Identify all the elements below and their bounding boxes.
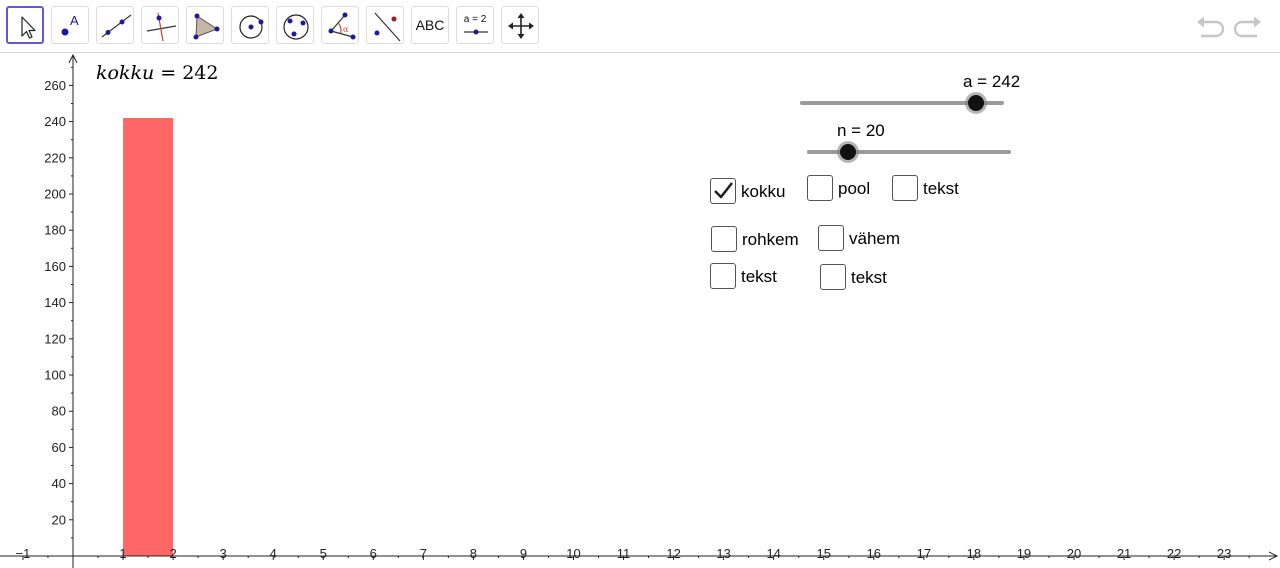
y-tick-label: 200: [44, 187, 66, 202]
x-tick-label: 18: [967, 546, 981, 561]
checkbox-vahem-label: vähem: [849, 229, 901, 248]
checkbox-tekst-3[interactable]: [820, 264, 846, 290]
x-tick-label: 10: [566, 546, 580, 561]
checkbox-tekst-1[interactable]: [892, 175, 918, 201]
y-tick-label: 220: [44, 150, 66, 165]
checkbox-pool-label: pool: [838, 179, 871, 198]
y-tick-label: 240: [44, 114, 66, 129]
graphics-view[interactable]: −1 1 2 3 4 5 6 7 8 9 10 11 12 13 14 15 16 17 18 19 20 21 22 232…: [0, 0, 1280, 568]
checkbox-kokku[interactable]: [710, 178, 736, 204]
kokku-name: kokku: [96, 62, 155, 84]
x-tick-label: 8: [470, 546, 477, 561]
x-tick-label: 9: [520, 546, 527, 561]
x-tick-label: 21: [1117, 546, 1131, 561]
slider-n-track[interactable]: [807, 150, 1011, 154]
y-tick-label: 60: [52, 440, 66, 455]
y-tick-label: 20: [52, 512, 66, 527]
x-tick-label: 5: [320, 546, 327, 561]
checkbox-tekst-3-label: tekst: [851, 268, 887, 287]
checkbox-rohkem-label: rohkem: [742, 230, 799, 249]
slider-a-label: a = 242: [963, 72, 1021, 91]
checkbox-tekst-2[interactable]: [710, 263, 736, 289]
y-tick-label: 120: [44, 331, 66, 346]
x-tick-label: −1: [16, 546, 31, 561]
x-tick-label: 22: [1167, 546, 1181, 561]
x-tick-label: 2: [169, 546, 176, 561]
x-tick-label: 16: [867, 546, 881, 561]
y-tick-label: 180: [44, 223, 66, 238]
x-tick-label: 14: [766, 546, 780, 561]
x-tick-label: 23: [1217, 546, 1231, 561]
y-tick-label: 260: [44, 78, 66, 93]
x-tick-label: 6: [370, 546, 377, 561]
slider-n-label: n = 20: [837, 121, 885, 140]
x-tick-label: 20: [1067, 546, 1081, 561]
x-tick-label: 19: [1017, 546, 1031, 561]
x-tick-label: 15: [817, 546, 831, 561]
checkbox-kokku-label: kokku: [741, 182, 786, 201]
y-tick-label: 160: [44, 259, 66, 274]
x-tick-label: 17: [917, 546, 931, 561]
x-tick-label: 11: [617, 546, 631, 561]
y-tick-label: 140: [44, 295, 66, 310]
checkbox-tekst-1-label: tekst: [923, 179, 959, 198]
checkmark-icon: [714, 182, 734, 199]
y-tick-label: 100: [44, 368, 66, 383]
checkbox-tekst-2-label: tekst: [741, 267, 777, 286]
checkbox-rohkem[interactable]: [711, 226, 737, 252]
x-tick-label: 12: [666, 546, 680, 561]
chart-bar: [123, 117, 174, 556]
kokku-formula: kokku = 242: [96, 62, 218, 84]
slider-n-knob[interactable]: [839, 144, 856, 160]
checkbox-vahem[interactable]: [818, 225, 844, 251]
y-tick-label: 80: [52, 404, 66, 419]
x-tick-label: 4: [270, 546, 277, 561]
x-tick-label: 3: [220, 546, 227, 561]
y-tick-label: 40: [52, 476, 66, 491]
checkbox-pool[interactable]: [807, 175, 833, 201]
x-tick-label: 1: [119, 546, 126, 561]
x-tick-label: 13: [716, 546, 730, 561]
kokku-value: 242: [182, 62, 219, 84]
kokku-equals: =: [154, 62, 183, 84]
x-tick-label: 7: [420, 546, 427, 561]
